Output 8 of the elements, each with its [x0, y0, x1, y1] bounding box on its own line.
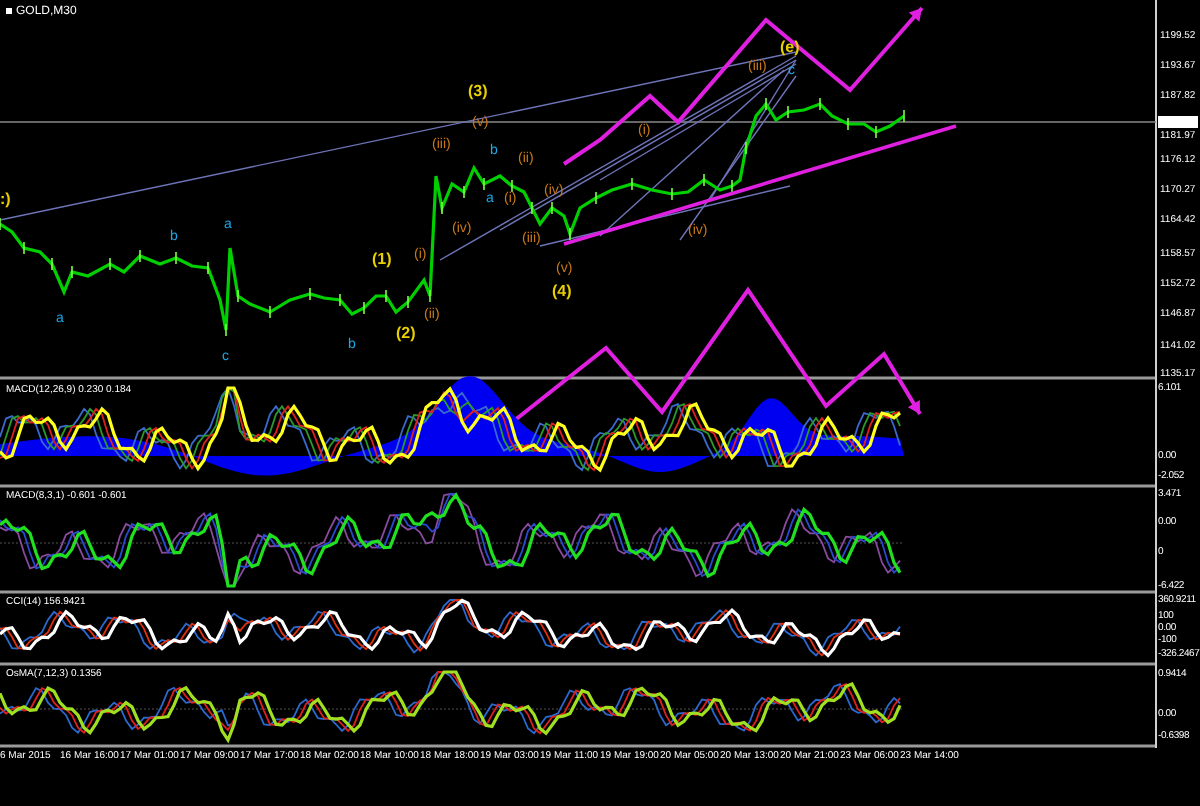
wave-label: (3): [468, 84, 488, 100]
wave-label: (e): [780, 40, 800, 56]
chart-icon: [6, 8, 12, 14]
wave-label: (4): [552, 284, 572, 300]
wave-label: (1): [372, 252, 392, 268]
price-marker: [1158, 116, 1198, 128]
wave-label: (2): [396, 326, 416, 342]
wave-label: :): [0, 192, 11, 208]
